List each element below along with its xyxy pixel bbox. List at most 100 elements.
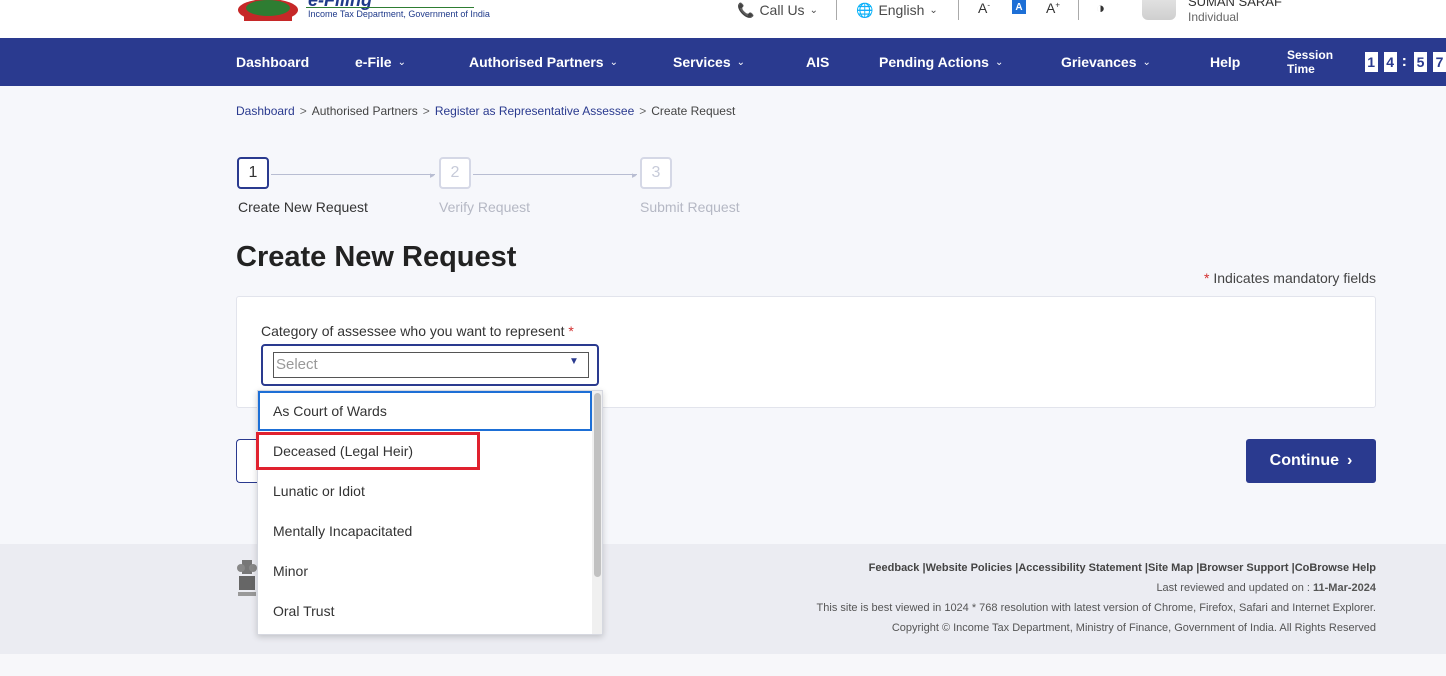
footer-link-feedback[interactable]: Feedback <box>869 562 920 574</box>
breadcrumb-separator: > <box>422 104 430 118</box>
chevron-down-icon: ⌄ <box>1142 56 1151 68</box>
required-star: * <box>1204 270 1210 286</box>
continue-button[interactable]: Continue › <box>1246 439 1376 483</box>
chevron-right-icon: › <box>1347 452 1353 469</box>
avatar[interactable] <box>1142 0 1176 20</box>
category-select[interactable]: Select ▼ <box>261 344 599 386</box>
call-us-label: Call Us <box>759 2 805 18</box>
font-decrease-button[interactable]: A- <box>978 0 990 16</box>
last-reviewed: Last reviewed and updated on : 11-Mar-20… <box>1156 582 1376 594</box>
step-2-label: Verify Request <box>439 199 531 215</box>
nav-dashboard[interactable]: Dashboard <box>236 38 309 86</box>
session-digit: 7 <box>1432 52 1446 72</box>
nav-pending-actions[interactable]: Pending Actions ⌄ <box>879 38 1003 86</box>
font-increase-button[interactable]: A+ <box>1046 0 1060 16</box>
nav-label: Authorised Partners <box>469 54 604 70</box>
footer-links: Feedback |Website Policies |Accessibilit… <box>868 562 1376 574</box>
required-star: * <box>568 323 574 339</box>
category-dropdown-list[interactable]: As Court of Wards Deceased (Legal Heir) … <box>257 390 603 635</box>
footer-link-site-map[interactable]: Site Map <box>1148 562 1193 574</box>
divider <box>1078 0 1079 20</box>
caret-down-icon: ▼ <box>569 356 579 367</box>
chevron-down-icon: ⌄ <box>994 56 1004 68</box>
call-us-menu[interactable]: 📞 Call Us ⌄ <box>737 0 818 20</box>
category-select-value[interactable]: Select <box>273 352 589 378</box>
language-label: English <box>878 2 925 18</box>
option-mentally-incapacitated[interactable]: Mentally Incapacitated <box>258 511 592 551</box>
nav-efile[interactable]: e-File ⌄ <box>355 38 406 86</box>
divider <box>958 0 959 20</box>
last-reviewed-prefix: Last reviewed and updated on : <box>1156 582 1313 594</box>
emblem-logo-icon <box>238 0 298 21</box>
nav-help[interactable]: Help <box>1210 38 1240 86</box>
chevron-down-icon: ⌄ <box>809 4 818 16</box>
footer-link-accessibility[interactable]: Accessibility Statement <box>1018 562 1142 574</box>
globe-icon: 🌐 <box>856 1 874 18</box>
copyright: Copyright © Income Tax Department, Minis… <box>891 622 1376 634</box>
footer-link-browser-support[interactable]: Browser Support <box>1199 562 1288 574</box>
footer: Feedback |Website Policies |Accessibilit… <box>0 544 1446 654</box>
top-header: e-Filing Income Tax Department, Governme… <box>0 0 1446 38</box>
nav-services[interactable]: Services ⌄ <box>673 38 745 86</box>
page-title: Create New Request <box>236 241 517 273</box>
user-role: Individual <box>1188 10 1239 24</box>
divider <box>836 0 837 20</box>
language-selector[interactable]: 🌐 English ⌄ <box>856 0 938 20</box>
option-minor[interactable]: Minor <box>258 551 592 591</box>
breadcrumb-separator: > <box>299 104 307 118</box>
option-court-of-wards[interactable]: As Court of Wards <box>258 391 592 431</box>
phone-icon: 📞 <box>737 1 755 18</box>
nav-label: Services <box>673 54 731 70</box>
efiling-logo[interactable]: e-Filing Income Tax Department, Governme… <box>236 0 490 28</box>
font-normal-button[interactable]: A <box>1012 0 1026 14</box>
brand-underline <box>306 7 474 8</box>
dropdown-scrollbar[interactable] <box>592 391 602 634</box>
step-1-indicator: 1 <box>237 157 269 189</box>
breadcrumb: Dashboard > Authorised Partners > Regist… <box>236 104 735 118</box>
user-name[interactable]: SUMAN SARAF <box>1188 0 1282 9</box>
step-1-label: Create New Request <box>238 199 368 215</box>
nav-label: e-File <box>355 54 392 70</box>
session-digit: 4 <box>1383 52 1397 72</box>
option-lunatic-or-idiot[interactable]: Lunatic or Idiot <box>258 471 592 511</box>
option-oral-trust[interactable]: Oral Trust <box>258 591 592 631</box>
last-reviewed-date: 11-Mar-2024 <box>1313 582 1376 594</box>
breadcrumb-authorised-partners: Authorised Partners <box>311 104 418 118</box>
nav-authorised-partners[interactable]: Authorised Partners ⌄ <box>469 38 618 86</box>
session-digit: 5 <box>1413 52 1427 72</box>
footer-link-website-policies[interactable]: Website Policies <box>926 562 1013 574</box>
nav-label: AIS <box>806 54 830 70</box>
scrollbar-thumb[interactable] <box>594 393 601 577</box>
chevron-down-icon: ⌄ <box>929 4 938 16</box>
step-3-indicator: 3 <box>640 157 672 189</box>
mandatory-text: Indicates mandatory fields <box>1213 270 1376 286</box>
step-connector <box>271 174 435 175</box>
step-3-label: Submit Request <box>640 199 740 215</box>
nav-label: Grievances <box>1061 54 1137 70</box>
nav-ais[interactable]: AIS <box>806 38 829 86</box>
national-emblem-icon <box>237 560 257 596</box>
nav-label: Dashboard <box>236 54 310 70</box>
nav-label: Help <box>1210 54 1241 70</box>
brand-subtitle: Income Tax Department, Government of Ind… <box>308 9 490 19</box>
breadcrumb-register[interactable]: Register as Representative Assessee <box>435 104 634 118</box>
breadcrumb-dashboard[interactable]: Dashboard <box>236 104 295 118</box>
chevron-down-icon: ⌄ <box>397 56 406 68</box>
nav-grievances[interactable]: Grievances ⌄ <box>1061 38 1151 86</box>
session-label: Session Time <box>1287 48 1334 76</box>
main-nav: Dashboard e-File ⌄ Authorised Partners ⌄ S… <box>0 38 1446 86</box>
best-viewed-note: This site is best viewed in 1024 * 768 r… <box>816 602 1376 614</box>
contrast-icon[interactable]: ◑ <box>1096 0 1105 17</box>
step-2-indicator: 2 <box>439 157 471 189</box>
category-label: Category of assessee who you want to rep… <box>261 323 574 339</box>
session-colon: : <box>1401 53 1407 70</box>
font-increase-label: A <box>1046 0 1056 16</box>
chevron-down-icon: ⌄ <box>609 56 618 68</box>
chevron-right-icon: ▸ <box>430 170 435 180</box>
chevron-down-icon: ⌄ <box>736 56 745 68</box>
chevron-right-icon: ▸ <box>632 170 637 180</box>
footer-link-cobrowse-help[interactable]: CoBrowse Help <box>1295 562 1376 574</box>
page-bottom <box>0 654 1446 676</box>
session-digit: 1 <box>1364 52 1378 72</box>
breadcrumb-current: Create Request <box>651 104 736 118</box>
